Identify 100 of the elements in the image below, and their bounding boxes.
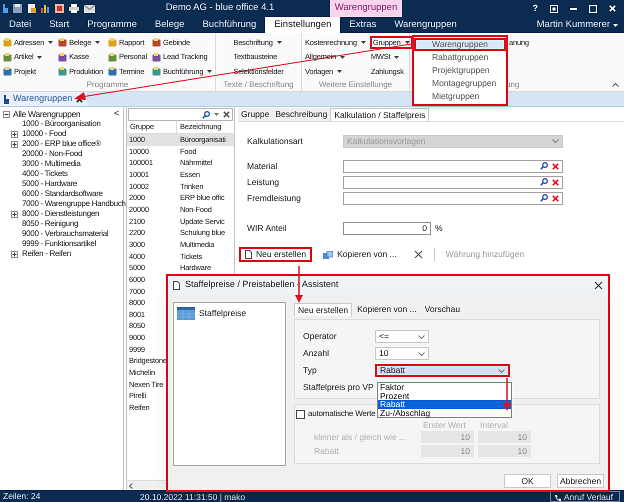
dialog-button[interactable]: OK: [504, 474, 551, 488]
restore-icon[interactable]: [550, 4, 558, 12]
search-icon[interactable]: [202, 110, 210, 118]
tree-item[interactable]: 1000 - Büroorganisation: [22, 118, 100, 130]
search-icon[interactable]: [540, 194, 548, 202]
document-tab[interactable]: Warengruppen: [0, 92, 88, 106]
user-menu[interactable]: Martin Kummerer: [536, 17, 624, 33]
tree-item[interactable]: 9999 - Funktionsartikel: [22, 238, 96, 250]
menu-item[interactable]: Rabattgruppen: [414, 51, 506, 64]
number-field[interactable]: 0: [343, 222, 431, 234]
checkbox[interactable]: [296, 410, 305, 418]
logo-icon[interactable]: [3, 4, 8, 13]
collapse-icon[interactable]: [612, 83, 619, 87]
tab[interactable]: Gruppe: [238, 108, 272, 121]
delete-icon: [414, 250, 423, 259]
tree-item[interactable]: 4000 - Tickets: [22, 168, 68, 180]
help-button[interactable]: ?: [532, 2, 538, 16]
expand-box-icon[interactable]: [11, 130, 18, 138]
tile-icon: [3, 67, 12, 76]
expand-box-icon[interactable]: [11, 250, 18, 258]
lookup-field[interactable]: [343, 160, 563, 172]
menu-tab[interactable]: Warengruppen: [385, 17, 466, 33]
list-option[interactable]: Rabatt: [378, 400, 511, 408]
search-field[interactable]: [128, 108, 233, 121]
tree-item[interactable]: 6000 - Standardsoftware: [22, 188, 103, 200]
new-button[interactable]: Neu erstellen: [239, 247, 312, 262]
search-icon[interactable]: [540, 178, 548, 186]
tree-item[interactable]: Alle Warengruppen: [13, 108, 112, 120]
tile-icon: [152, 38, 161, 47]
checkbox-label: automatische Werte: [308, 408, 376, 420]
window-title: Demo AG - blue office 4.1: [164, 1, 276, 16]
search-icon[interactable]: [540, 162, 548, 170]
dropdown-field[interactable]: Rabatt: [375, 364, 510, 377]
caret-icon: [613, 24, 618, 26]
context-tab[interactable]: Warengruppen: [330, 0, 402, 17]
close-icon[interactable]: [594, 280, 603, 290]
menu-tab[interactable]: Datei: [0, 17, 40, 33]
tree-item[interactable]: 7000 - Warengruppe Handbuch: [22, 198, 126, 210]
tree-item[interactable]: 9000 - Verbrauchsmaterial: [22, 228, 108, 240]
dialog-title: Staffelpreise / Preistabellen - Assistent: [185, 278, 340, 292]
tab[interactable]: Neu erstellen: [294, 303, 352, 316]
field-label: Fremdleistung: [247, 192, 302, 204]
row-label: Rabatt: [313, 444, 340, 458]
collapse-box-icon[interactable]: [3, 110, 10, 118]
list-item[interactable]: Staffelpreise: [177, 306, 282, 320]
list-option[interactable]: Zu-/Abschlag: [378, 408, 511, 417]
tree-item[interactable]: 20000 - Non-Food: [22, 148, 82, 160]
dropdown-field[interactable]: 10: [375, 347, 429, 360]
copy-button[interactable]: Kopieren von ...: [317, 247, 403, 262]
user-name: Martin Kummerer: [536, 18, 610, 32]
menu-tab[interactable]: Belege: [146, 17, 194, 33]
tree-item[interactable]: Reifen - Reifen: [22, 248, 71, 260]
dropdown-field[interactable]: <=: [375, 330, 429, 343]
group-label: Texte / Beschriftung: [223, 80, 294, 89]
tree-item[interactable]: 8050 - Reinigung: [22, 218, 78, 230]
phone-icon: [554, 494, 561, 500]
table-icon: [177, 306, 195, 320]
field-label: Leistung: [247, 176, 280, 188]
menu-item[interactable]: Projektgruppen: [414, 64, 506, 77]
menu-tab[interactable]: Extras: [340, 17, 386, 33]
scroll-left-icon[interactable]: [129, 482, 133, 488]
field-label: WIR Anteil: [247, 222, 288, 234]
menu-item[interactable]: Mietgruppen: [414, 90, 506, 103]
row-count: Zeilen: 24: [2, 490, 42, 502]
dialog-button[interactable]: Abbrechen: [557, 474, 604, 488]
tree-item[interactable]: 3000 - Multimedia: [22, 158, 80, 170]
mail-icon[interactable]: [84, 4, 95, 12]
tile-icon: [58, 52, 68, 62]
menu-item[interactable]: Montagegruppen: [414, 77, 506, 90]
tree-item[interactable]: 5000 - Hardware: [22, 178, 78, 190]
menu-tab[interactable]: Start: [40, 17, 78, 33]
menu-item[interactable]: Warengruppen: [414, 38, 506, 51]
maximize-icon[interactable]: [589, 4, 597, 12]
close-icon[interactable]: [223, 111, 230, 118]
tab[interactable]: Beschreibung: [272, 108, 330, 121]
status-info: 20.10.2022 11:31:50 | mako: [140, 490, 246, 502]
field-label: Material: [247, 160, 278, 172]
expand-box-icon[interactable]: [11, 140, 18, 148]
menu-tab[interactable]: Einstellungen: [265, 17, 340, 33]
tab[interactable]: Vorschau: [422, 303, 464, 316]
caret-icon: [48, 41, 54, 44]
tree-item[interactable]: 8000 - Dienstleistungen: [22, 208, 100, 220]
lookup-field[interactable]: [343, 176, 563, 188]
expand-box-icon[interactable]: [11, 210, 18, 218]
lookup-field[interactable]: [343, 192, 563, 204]
list-option[interactable]: Prozent: [378, 392, 511, 400]
tab[interactable]: Kalkulation / Staffelpreis: [330, 108, 430, 121]
list-option[interactable]: Faktor: [378, 383, 511, 392]
tree-item[interactable]: 2000 - ERP blue office®: [22, 138, 101, 150]
document-icon[interactable]: [27, 4, 36, 13]
group-label: Weitere Einstellunge: [318, 80, 392, 89]
menu-tab[interactable]: Buchführung: [193, 17, 266, 33]
menu-tab[interactable]: Programme: [78, 17, 146, 33]
tab[interactable]: Kopieren von ...: [354, 303, 420, 316]
minimize-icon[interactable]: [570, 8, 577, 10]
collapse-button[interactable]: <: [114, 107, 123, 121]
chevron-icon: [418, 352, 425, 356]
printer-icon[interactable]: [69, 4, 79, 13]
tree-item[interactable]: 10000 - Food: [22, 128, 66, 140]
chart-icon[interactable]: [41, 4, 50, 13]
